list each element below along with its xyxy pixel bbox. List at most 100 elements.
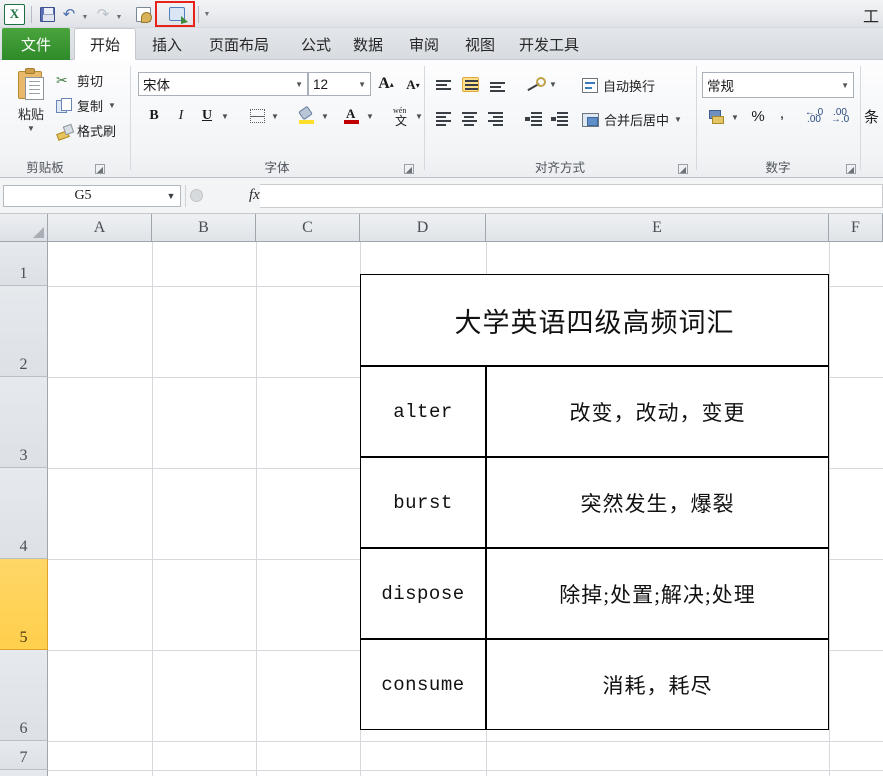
column-header-c[interactable]: C [256, 214, 360, 242]
row-header-7[interactable]: 7 [0, 741, 48, 770]
font-color-button[interactable]: A [341, 105, 363, 127]
vocab-meaning-2[interactable]: 突然发生，爆裂 [486, 457, 829, 548]
shrink-font-button[interactable]: A ▾ [402, 74, 424, 96]
row-header-4[interactable]: 4 [0, 468, 48, 559]
decrease-decimal-button[interactable]: .00 →.0 [828, 106, 852, 126]
row-header-2[interactable]: 2 [0, 286, 48, 377]
paste-button[interactable]: 粘贴 ▼ [8, 66, 54, 138]
alignment-dialog-launcher[interactable]: ◢ [678, 164, 688, 174]
row-header-8[interactable]: 8 [0, 770, 48, 776]
excel-logo-icon[interactable]: X [4, 3, 25, 25]
tab-developer[interactable]: 开发工具 [508, 28, 590, 60]
chevron-down-icon[interactable]: ▼ [674, 115, 682, 124]
tab-review[interactable]: 审阅 [396, 28, 452, 60]
orientation-dropdown[interactable]: ▼ [546, 74, 560, 94]
increase-indent-button[interactable] [548, 108, 570, 128]
align-bottom-button[interactable] [486, 74, 508, 94]
fill-color-icon [298, 105, 315, 124]
row-header-5[interactable]: 5 [0, 559, 48, 650]
vocab-meaning-4[interactable]: 消耗，耗尽 [486, 639, 829, 730]
insert-function-icon[interactable]: fx [249, 187, 260, 204]
vocab-word-2[interactable]: burst [360, 457, 486, 548]
formula-input[interactable] [259, 183, 883, 208]
increase-decimal-button[interactable]: ←.0.00 [802, 106, 826, 126]
vocab-meaning-3[interactable]: 除掉;处置;解决;处理 [486, 548, 829, 639]
cancel-icon[interactable] [190, 189, 203, 202]
align-top-button[interactable] [432, 74, 454, 94]
wrap-text-button[interactable]: 自动换行 [582, 76, 655, 95]
borders-button[interactable] [246, 105, 268, 127]
column-header-e[interactable]: E [486, 214, 829, 242]
redo-dropdown[interactable]: ▼ [114, 2, 126, 26]
font-color-dropdown[interactable]: ▼ [363, 104, 377, 128]
align-left-button[interactable] [432, 108, 454, 128]
tab-formulas[interactable]: 公式 [288, 28, 344, 60]
bold-button[interactable]: B [143, 104, 165, 128]
percent-format-button[interactable]: % [748, 106, 768, 126]
align-right-button[interactable] [484, 108, 506, 128]
grow-font-button[interactable]: A ▴ [375, 73, 397, 95]
merge-center-label: 合并后居中 [604, 113, 670, 128]
conditional-formatting-label[interactable]: 条 [864, 106, 879, 127]
row-header-3[interactable]: 3 [0, 377, 48, 468]
chevron-down-icon[interactable]: ▼ [358, 80, 366, 89]
font-name-input[interactable]: 宋体 ▼ [138, 72, 308, 96]
column-header-b[interactable]: B [152, 214, 256, 242]
vocab-table-title[interactable]: 大学英语四级高频词汇 [360, 274, 829, 366]
clipboard-dialog-launcher[interactable]: ◢ [95, 164, 105, 174]
vocab-word-4[interactable]: consume [360, 639, 486, 730]
save-button[interactable] [36, 2, 58, 26]
column-header-f[interactable]: F [829, 214, 883, 242]
chevron-down-icon[interactable]: ▼ [841, 81, 849, 90]
tab-home[interactable]: 开始 [74, 28, 136, 60]
vocab-word-1[interactable]: alter [360, 366, 486, 457]
font-size-input[interactable]: 12 ▼ [308, 72, 371, 96]
cut-button[interactable]: ✂ 剪切 [56, 71, 103, 90]
format-painter-button[interactable]: 格式刷 [56, 121, 116, 140]
tab-page-layout[interactable]: 页面布局 [196, 28, 282, 60]
merge-center-button[interactable]: 合并后居中 ▼ [582, 110, 682, 129]
align-middle-button[interactable] [458, 73, 482, 95]
chevron-down-icon[interactable]: ▼ [162, 191, 180, 201]
chevron-down-icon[interactable]: ▼ [108, 101, 116, 110]
row-header-1[interactable]: 1 [0, 242, 48, 286]
tab-view[interactable]: 视图 [452, 28, 508, 60]
font-size-value: 12 [313, 76, 329, 92]
chevron-down-icon: ▼ [271, 111, 279, 121]
print-preview-button[interactable] [132, 2, 154, 26]
font-dialog-launcher[interactable]: ◢ [404, 164, 414, 174]
underline-dropdown[interactable]: ▼ [218, 104, 232, 128]
align-center-button[interactable] [458, 108, 480, 128]
decrease-indent-button[interactable] [522, 108, 544, 128]
number-dialog-launcher[interactable]: ◢ [846, 164, 856, 174]
number-format-select[interactable]: 常规 ▼ [702, 72, 854, 98]
select-all-corner[interactable] [0, 214, 48, 242]
redo-button[interactable]: ↷ [92, 2, 114, 26]
group-divider-2 [424, 66, 425, 170]
comma-format-button[interactable]: , [772, 104, 792, 124]
undo-button[interactable]: ↶ [58, 2, 80, 26]
vocab-meaning-1[interactable]: 改变，改动，变更 [486, 366, 829, 457]
copy-button[interactable]: 复制 ▼ [56, 96, 116, 115]
chevron-down-icon[interactable]: ▼ [295, 80, 303, 89]
underline-button[interactable]: U [196, 104, 218, 128]
borders-dropdown[interactable]: ▼ [268, 104, 282, 128]
qat-more-button[interactable]: ▼ [203, 2, 213, 26]
row-header-6[interactable]: 6 [0, 650, 48, 741]
worksheet-grid[interactable]: A B C D E F 1 2 3 4 5 6 7 8 大学英语四级高频词汇 a… [0, 214, 883, 776]
undo-dropdown[interactable]: ▼ [80, 2, 92, 26]
column-header-d[interactable]: D [360, 214, 486, 242]
accounting-dropdown[interactable]: ▼ [728, 107, 742, 127]
tab-file[interactable]: 文件 [2, 28, 70, 60]
fill-color-dropdown[interactable]: ▼ [318, 104, 332, 128]
tab-insert[interactable]: 插入 [138, 28, 196, 60]
italic-button[interactable]: I [170, 104, 192, 128]
name-box[interactable]: G5 ▼ [3, 184, 181, 207]
phonetic-guide-button[interactable]: wén 文 [390, 105, 412, 128]
accounting-format-button[interactable] [706, 107, 728, 127]
vocab-word-3[interactable]: dispose [360, 548, 486, 639]
fill-color-button[interactable] [296, 105, 318, 127]
tab-data[interactable]: 数据 [340, 28, 396, 60]
column-header-a[interactable]: A [48, 214, 152, 242]
orientation-button[interactable] [524, 74, 546, 94]
